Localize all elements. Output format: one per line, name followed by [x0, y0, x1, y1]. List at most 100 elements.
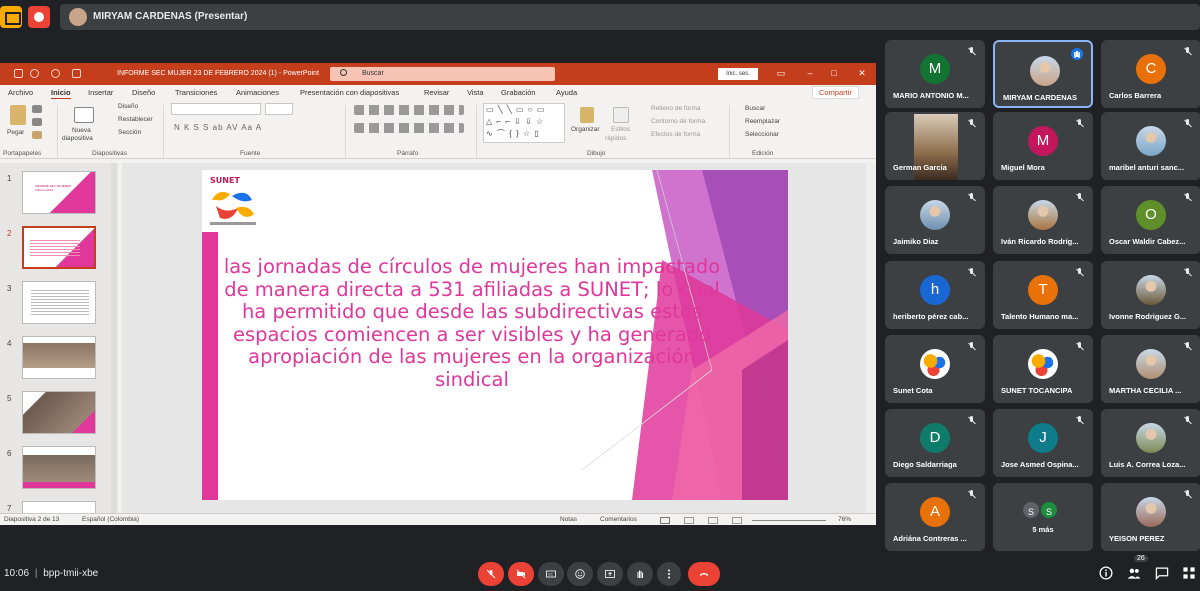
tab-vista[interactable]: Vista [467, 88, 484, 97]
leave-call-button[interactable] [688, 562, 720, 586]
present-button[interactable] [597, 562, 623, 586]
new-slide-icon[interactable] [74, 107, 94, 123]
copy-icon[interactable] [32, 118, 42, 126]
participant-tile[interactable]: O Oscar Waldir Cabez... [1101, 186, 1200, 254]
minimize-icon[interactable]: – [803, 66, 817, 80]
zoom-level[interactable]: 76% [838, 516, 851, 523]
notes-button[interactable]: Notas [560, 516, 577, 523]
current-slide[interactable]: SUNET las jornadas de círculos de mujere… [202, 170, 788, 500]
participant-tile[interactable]: German Garcia [885, 112, 985, 180]
participant-tile[interactable]: h heriberto pérez cab... [885, 261, 985, 329]
format-painter-icon[interactable] [32, 131, 42, 139]
arrange-icon[interactable] [580, 107, 594, 123]
slide-body-text[interactable]: las jornadas de círculos de mujeres han … [212, 255, 732, 391]
participant-tile[interactable]: Ivonne Rodriguez G... [1101, 261, 1200, 329]
replace-button[interactable]: Reemplazar [745, 118, 780, 125]
select-button[interactable]: Seleccionar [745, 131, 779, 138]
participant-tile[interactable]: C Carlos Barrera [1101, 40, 1200, 108]
participant-tile[interactable]: SUNET TOCANCIPA [993, 335, 1093, 403]
tab-grabacion[interactable]: Grabación [501, 88, 536, 97]
participant-tile[interactable]: T Talento Humano ma... [993, 261, 1093, 329]
find-button[interactable]: Buscar [745, 105, 765, 112]
participant-tile[interactable]: YEISON PEREZ [1101, 483, 1200, 551]
paste-label[interactable]: Pegar [7, 129, 24, 136]
ppt-search-box[interactable]: Buscar [330, 67, 555, 81]
font-size-select[interactable] [265, 103, 293, 115]
participant-tile[interactable]: M Miguel Mora [993, 112, 1093, 180]
tab-ayuda[interactable]: Ayuda [556, 88, 577, 97]
participant-tile[interactable]: Sunet Cota [885, 335, 985, 403]
paragraph-align-icons[interactable] [354, 123, 464, 133]
participant-tile[interactable]: A Adriána Contreras ... [885, 483, 985, 551]
undo-icon[interactable] [30, 69, 39, 78]
cut-icon[interactable] [32, 105, 42, 113]
shape-outline-button[interactable]: Contorno de forma [651, 118, 705, 125]
participant-tile[interactable]: M MARIO ANTONIO M... [885, 40, 985, 108]
participant-tile[interactable]: D Diego Saldarriaga [885, 409, 985, 477]
more-options-button[interactable] [657, 562, 681, 586]
zoom-slider[interactable] [752, 520, 826, 521]
tab-diseno[interactable]: Diseño [132, 88, 155, 97]
slide-thumbnail[interactable]: 7 [0, 501, 118, 513]
tab-insertar[interactable]: Insertar [88, 88, 113, 97]
language[interactable]: Español (Colombia) [82, 516, 139, 523]
reading-view-icon[interactable] [708, 517, 718, 524]
slide-thumbnail[interactable]: 5 [0, 391, 118, 439]
tab-archivo[interactable]: Archivo [8, 88, 33, 97]
captions-button[interactable]: CC [538, 562, 564, 586]
shape-effects-button[interactable]: Efectos de forma [651, 131, 700, 138]
slide-thumbnail[interactable]: 3 [0, 281, 118, 329]
new-slide-label[interactable]: Nueva [72, 127, 91, 134]
close-icon[interactable]: ✕ [855, 66, 869, 80]
tab-presentacion[interactable]: Presentación con diapositivas [300, 88, 399, 97]
tab-revisar[interactable]: Revisar [424, 88, 449, 97]
paragraph-list-icons[interactable] [354, 105, 464, 115]
quick-styles-icon[interactable] [613, 107, 629, 123]
layout-button[interactable]: Diseño [118, 103, 138, 110]
redo-icon[interactable] [51, 69, 60, 78]
slide-thumbnail-active[interactable]: 2 [0, 226, 118, 274]
tab-transiciones[interactable]: Transiciones [175, 88, 217, 97]
quick-styles-label-2[interactable]: rápidos [605, 135, 626, 142]
sign-in-button[interactable]: Inic. ses. [718, 68, 758, 80]
section-button[interactable]: Sección [118, 129, 141, 136]
participant-tile[interactable]: maribel anturi sanc... [1101, 112, 1200, 180]
slide-thumbnail[interactable]: 1 INFORME SEC MUJERES Febrero 2024 [0, 171, 118, 219]
participant-tile[interactable]: Iván Ricardo Rodríg... [993, 186, 1093, 254]
presentation-icon[interactable] [0, 6, 22, 28]
slide-scrollbar[interactable] [866, 163, 876, 513]
participant-tile[interactable]: Luis A. Correa Loza... [1101, 409, 1200, 477]
reset-button[interactable]: Restablecer [118, 116, 153, 123]
thumbnail-scrollbar[interactable] [111, 163, 117, 513]
sorter-view-icon[interactable] [684, 517, 694, 524]
participant-tile[interactable]: MIRYAM CARDENAS [993, 40, 1093, 108]
slide-thumbnail[interactable]: 6 [0, 446, 118, 494]
reactions-button[interactable] [567, 562, 593, 586]
present-from-start-icon[interactable] [72, 69, 81, 78]
paste-icon[interactable] [10, 105, 26, 125]
presenter-bar[interactable]: MIRYAM CARDENAS (Presentar) [60, 4, 1200, 30]
camera-button[interactable] [508, 562, 534, 586]
comments-button[interactable]: Comentarios [600, 516, 637, 523]
recording-icon[interactable] [28, 6, 50, 28]
maximize-icon[interactable]: □ [827, 66, 841, 80]
activities-icon[interactable] [1182, 566, 1196, 580]
font-format-buttons[interactable]: N K S S ab AV Aa A [174, 123, 262, 132]
new-slide-label-2[interactable]: diapositiva [62, 135, 93, 142]
slide-thumbnail[interactable]: 4 [0, 336, 118, 384]
tab-animaciones[interactable]: Animaciones [236, 88, 279, 97]
ribbon-display-icon[interactable]: ▭ [774, 66, 788, 80]
font-family-select[interactable] [171, 103, 261, 115]
raise-hand-button[interactable] [627, 562, 653, 586]
participant-tile[interactable]: SS 5 más [993, 483, 1093, 551]
participant-tile[interactable]: MARTHA CECILIA ... [1101, 335, 1200, 403]
info-icon[interactable] [1099, 566, 1113, 580]
people-icon[interactable] [1127, 566, 1141, 580]
mic-button[interactable] [478, 562, 504, 586]
participant-tile[interactable]: Jaimiko Diaz [885, 186, 985, 254]
shapes-gallery[interactable]: ▭ ╲ ╲ ▭ ○ ▭ △ ⌐ ⌐ ⇩ ⇩ ☆ ∿ ⌒ { } ☆ ▯ [483, 103, 565, 143]
slideshow-view-icon[interactable] [732, 517, 742, 524]
chat-icon[interactable] [1155, 566, 1169, 580]
shape-fill-button[interactable]: Relleno de forma [651, 105, 701, 112]
share-button[interactable]: Compartir [812, 86, 859, 99]
